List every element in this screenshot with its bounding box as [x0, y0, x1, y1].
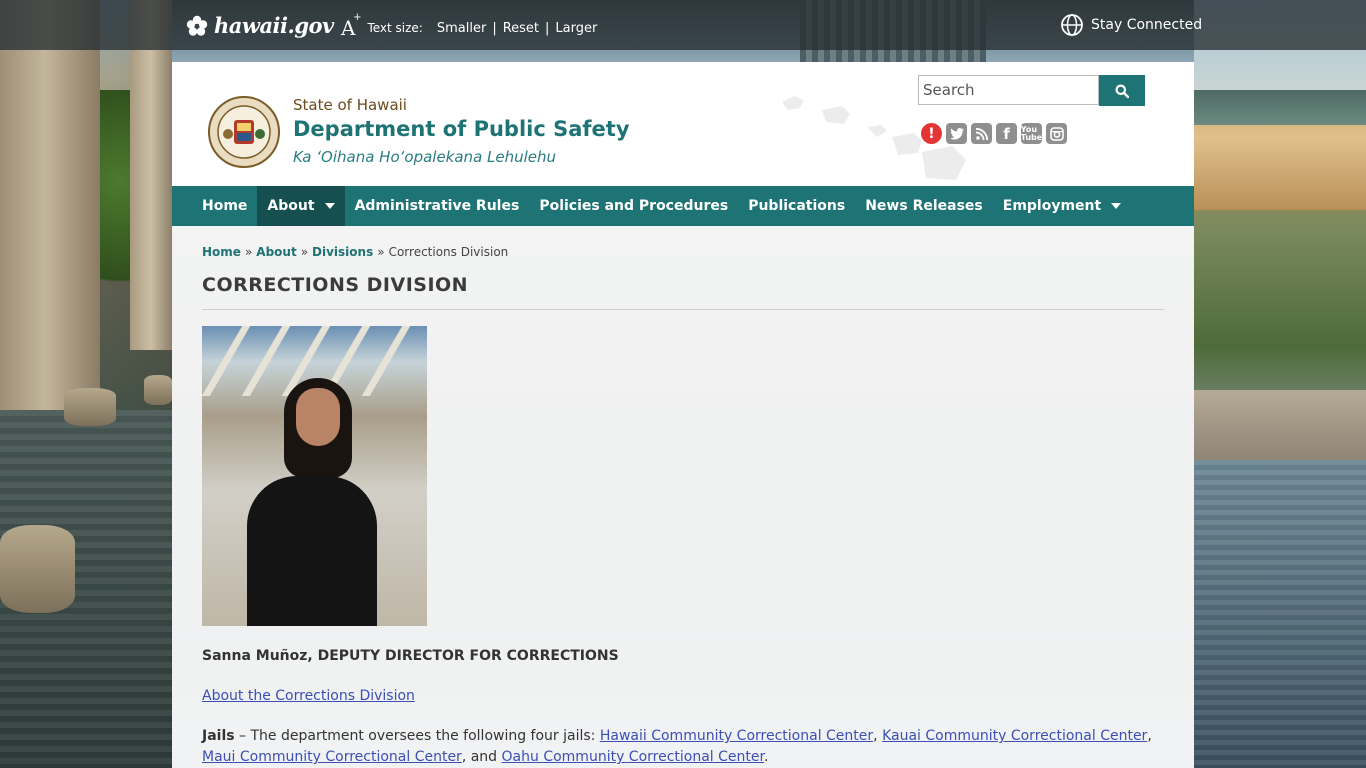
nav-news-releases[interactable]: News Releases — [855, 186, 993, 226]
separator: | — [545, 20, 550, 36]
alert-icon[interactable]: ! — [921, 123, 942, 144]
state-seal-logo — [208, 96, 280, 168]
text-size-label: Text size: — [367, 21, 423, 35]
jail-link-oahu[interactable]: Oahu Community Correctional Center — [502, 749, 764, 765]
jail-link-maui[interactable]: Maui Community Correctional Center — [202, 749, 462, 765]
breadcrumb-about[interactable]: About — [256, 245, 296, 259]
department-name[interactable]: Department of Public Safety — [293, 117, 630, 141]
hawaii-gov-logo[interactable]: hawaii.gov — [186, 13, 334, 38]
text-reset-link[interactable]: Reset — [503, 21, 539, 36]
breadcrumb-separator: » — [244, 245, 253, 259]
background-roof — [1194, 90, 1366, 125]
background-stump — [64, 388, 116, 426]
photo-caption: Sanna Muñoz, DEPUTY DIRECTOR FOR CORRECT… — [202, 648, 619, 664]
nav-about[interactable]: About — [257, 186, 345, 226]
state-name: State of Hawaii — [293, 96, 407, 114]
twitter-icon[interactable] — [946, 123, 967, 144]
about-corrections-link[interactable]: About the Corrections Division — [202, 688, 415, 704]
jails-end: . — [763, 749, 769, 765]
nav-policies-and-procedures[interactable]: Policies and Procedures — [529, 186, 738, 226]
hibiscus-icon — [186, 15, 208, 36]
portal-topbar: hawaii.gov A + Text size: Smaller | Reset… — [0, 0, 1366, 50]
jail-link-hawaii[interactable]: Hawaii Community Correctional Center — [600, 728, 873, 744]
globe-icon — [1061, 14, 1083, 36]
jail-link-kauai[interactable]: Kauai Community Correctional Center — [882, 728, 1147, 744]
nav-home[interactable]: Home — [192, 186, 257, 226]
stay-connected-link[interactable]: Stay Connected — [1061, 14, 1202, 36]
jails-separator: , — [873, 728, 883, 744]
text-size-icon: A + — [341, 12, 362, 40]
title-divider — [202, 309, 1164, 310]
nav-label: Publications — [748, 198, 846, 214]
nav-publications[interactable]: Publications — [738, 186, 855, 226]
background-water — [1194, 460, 1366, 768]
background-stump — [144, 375, 172, 405]
stay-connected-label: Stay Connected — [1091, 17, 1203, 33]
jails-paragraph: Jails – The department oversees the foll… — [202, 726, 1164, 768]
youtube-icon[interactable]: You Tube — [1021, 123, 1042, 144]
caret-down-icon — [324, 203, 335, 209]
search-button[interactable] — [1099, 75, 1145, 106]
background-pillar — [130, 0, 172, 350]
social-links: ! f You Tube — [921, 123, 1067, 144]
hawaii-gov-wordmark: hawaii.gov — [214, 13, 334, 38]
jails-separator: , — [1147, 728, 1152, 744]
background-walkway — [1194, 390, 1366, 460]
search-input[interactable] — [918, 75, 1099, 105]
breadcrumb-separator: » — [300, 245, 309, 259]
separator: | — [492, 20, 497, 36]
text-smaller-link[interactable]: Smaller — [437, 21, 486, 36]
breadcrumb-divisions[interactable]: Divisions — [312, 245, 373, 259]
main-nav: Home About Administrative Rules Policies… — [172, 186, 1194, 226]
search-icon — [1115, 84, 1129, 98]
text-larger-link[interactable]: Larger — [555, 21, 597, 36]
nav-label: Employment — [1002, 198, 1102, 214]
department-motto: Ka ʻOihana Hoʻopalekana Lehulehu — [293, 148, 557, 166]
breadcrumb: Home» About» Divisions» Corrections Divisio… — [202, 245, 508, 259]
search-form — [918, 75, 1145, 106]
instagram-icon[interactable] — [1046, 123, 1067, 144]
nav-label: Home — [202, 198, 248, 214]
nav-label: Policies and Procedures — [539, 198, 729, 214]
jails-intro: – The department oversees the following … — [234, 728, 600, 744]
site-header: State of Hawaii Department of Public Saf… — [172, 62, 1194, 186]
nav-label: Administrative Rules — [354, 198, 520, 214]
deputy-director-photo — [202, 326, 427, 626]
nav-label: News Releases — [865, 198, 983, 214]
page-title: CORRECTIONS DIVISION — [202, 274, 469, 296]
caret-down-icon — [1111, 203, 1122, 209]
text-size-controls: A + Text size: Smaller | Reset | Larger — [341, 12, 597, 40]
breadcrumb-current: Corrections Division — [388, 245, 509, 259]
jails-label: Jails — [202, 728, 235, 744]
rss-icon[interactable] — [971, 123, 992, 144]
background-pillar — [0, 0, 100, 410]
breadcrumb-home[interactable]: Home — [202, 245, 241, 259]
breadcrumb-separator: » — [377, 245, 385, 259]
facebook-icon[interactable]: f — [996, 123, 1017, 144]
main-panel: State of Hawaii Department of Public Saf… — [172, 62, 1194, 768]
background-stump — [0, 525, 75, 613]
nav-employment[interactable]: Employment — [993, 186, 1131, 226]
jails-separator: , and — [461, 749, 502, 765]
nav-label: About — [267, 198, 315, 214]
nav-administrative-rules[interactable]: Administrative Rules — [345, 186, 530, 226]
